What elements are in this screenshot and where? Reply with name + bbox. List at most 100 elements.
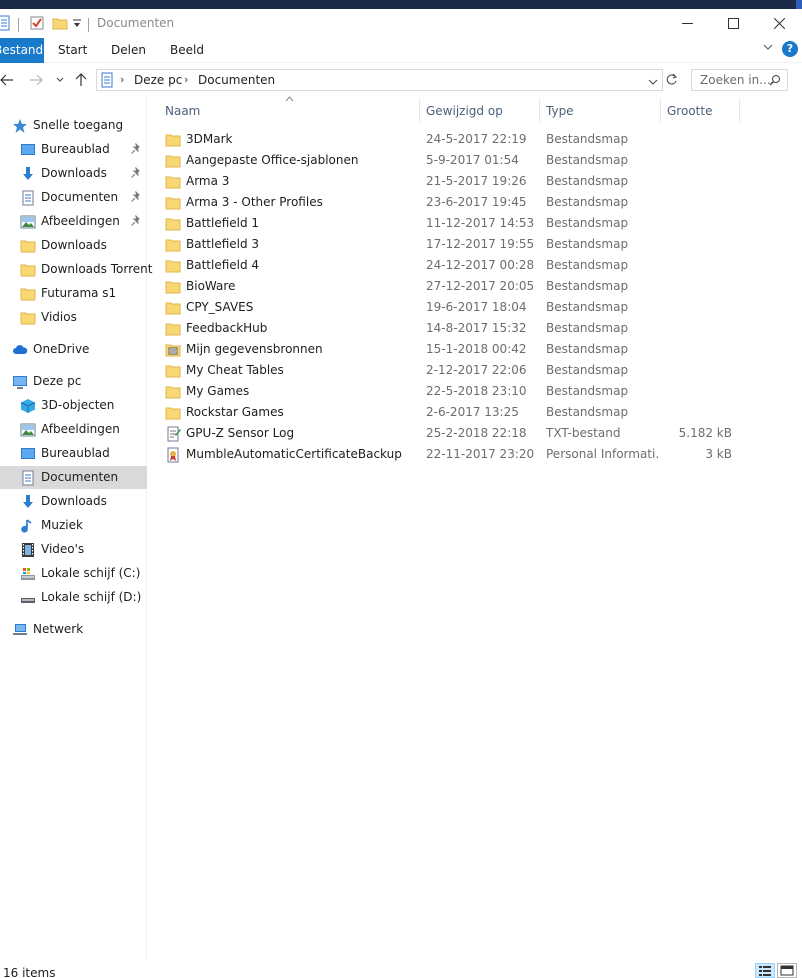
pin-icon[interactable] [130, 167, 142, 179]
pin-icon[interactable] [130, 143, 142, 155]
file-name: Battlefield 4 [186, 258, 260, 272]
customize-qat-icon[interactable] [72, 17, 82, 32]
details-view-icon [759, 966, 771, 976]
address-history-icon[interactable] [648, 75, 658, 85]
forward-button[interactable] [29, 71, 43, 89]
help-icon[interactable]: ? [782, 41, 798, 57]
nav-quick-access[interactable]: Snelle toegang [0, 114, 147, 137]
file-row[interactable]: Rockstar Games 2-6-2017 13:25 Bestandsmap [165, 402, 745, 423]
column-header-size[interactable]: Grootte [661, 97, 739, 125]
file-type: Bestandsmap [546, 237, 629, 251]
recent-locations-button[interactable] [55, 71, 65, 89]
file-row[interactable]: CPY_SAVES 19-6-2017 18:04 Bestandsmap [165, 297, 745, 318]
tab-file[interactable]: Bestand [0, 38, 44, 63]
nav-item-vidios[interactable]: Vidios [0, 306, 147, 329]
file-name: MumbleAutomaticCertificateBackup [186, 447, 402, 461]
ribbon-expand-icon[interactable] [762, 41, 774, 55]
file-row[interactable]: MumbleAutomaticCertificateBackup 22-11-20… [165, 444, 745, 465]
nav-item-downloads-folder[interactable]: Downloads [0, 234, 147, 257]
nav-item-documents-selected[interactable]: Documenten [0, 466, 147, 489]
file-row[interactable]: My Cheat Tables 2-12-2017 22:06 Bestandsma… [165, 360, 745, 381]
breadcrumb-separator-icon[interactable]: › [184, 73, 188, 86]
file-name: My Games [186, 384, 250, 398]
search-box[interactable]: Zoeken in... [691, 69, 788, 91]
tab-home[interactable]: Start [58, 38, 87, 63]
file-row[interactable]: Aangepaste Office-sjablonen 5-9-2017 01:5… [165, 150, 745, 171]
file-type: Bestandsmap [546, 405, 629, 419]
pictures-icon [20, 423, 36, 437]
file-modified: 19-6-2017 18:04 [426, 300, 527, 314]
file-row[interactable]: Arma 3 - Other Profiles 23-6-2017 19:45 Be… [165, 192, 745, 213]
details-view-button[interactable] [755, 963, 775, 978]
nav-item-afbeeldingen[interactable]: Afbeeldingen [0, 210, 147, 233]
nav-item-bureaublad[interactable]: Bureaublad [0, 138, 147, 161]
nav-label: Documenten [41, 470, 119, 484]
nav-item-downloads[interactable]: Downloads [0, 162, 147, 185]
file-row[interactable]: FeedbackHub 14-8-2017 15:32 Bestandsmap [165, 318, 745, 339]
breadcrumb-separator-icon[interactable]: › [120, 73, 124, 86]
nav-item-drive-d[interactable]: Lokale schijf (D:) [0, 586, 147, 609]
nav-network[interactable]: Netwerk [0, 618, 147, 641]
refresh-icon[interactable] [665, 73, 679, 87]
minimize-button[interactable] [664, 9, 710, 38]
column-header-modified[interactable]: Gewijzigd op [420, 97, 539, 125]
file-modified: 21-5-2017 19:26 [426, 174, 527, 188]
datasource-folder-icon [165, 344, 181, 357]
pin-icon[interactable] [130, 215, 142, 227]
nav-item-downloads-pc[interactable]: Downloads [0, 490, 147, 513]
file-row[interactable]: Battlefield 4 24-12-2017 00:28 Bestandsmap [165, 255, 745, 276]
tab-share[interactable]: Delen [111, 38, 146, 63]
nav-this-pc[interactable]: Deze pc [0, 370, 147, 393]
column-header-type[interactable]: Type [540, 97, 660, 125]
folder-icon [165, 323, 181, 336]
nav-item-futurama[interactable]: Futurama s1 [0, 282, 147, 305]
file-row[interactable]: Battlefield 1 11-12-2017 14:53 Bestandsmap [165, 213, 745, 234]
back-button[interactable] [0, 71, 14, 89]
file-row[interactable]: GPU-Z Sensor Log 25-2-2018 22:18 TXT-besta… [165, 423, 745, 444]
nav-label: OneDrive [33, 342, 90, 356]
maximize-button[interactable] [710, 9, 756, 38]
video-icon [22, 543, 34, 557]
properties-icon[interactable] [29, 15, 45, 34]
pin-icon[interactable] [130, 191, 142, 203]
nav-item-desktop[interactable]: Bureaublad [0, 442, 147, 465]
desktop-icon [21, 144, 35, 155]
search-icon[interactable] [769, 74, 782, 87]
breadcrumb-documents[interactable]: Documenten [198, 73, 275, 87]
file-row[interactable]: Arma 3 21-5-2017 19:26 Bestandsmap [165, 171, 745, 192]
file-type: Bestandsmap [546, 363, 629, 377]
column-header-name[interactable]: Naam [147, 97, 419, 125]
desktop-icon [21, 448, 35, 459]
file-row[interactable]: Battlefield 3 17-12-2017 19:55 Bestandsmap [165, 234, 745, 255]
folder-icon [165, 155, 181, 168]
nav-onedrive[interactable]: OneDrive [0, 338, 147, 361]
close-button[interactable] [756, 9, 802, 38]
tab-view[interactable]: Beeld [170, 38, 204, 63]
file-type: Bestandsmap [546, 174, 629, 188]
address-bar[interactable]: › Deze pc › Documenten [96, 69, 663, 91]
nav-label: Muziek [41, 518, 83, 532]
title-bar: Documenten [0, 9, 802, 38]
nav-item-music[interactable]: Muziek [0, 514, 147, 537]
file-row[interactable]: BioWare 27-12-2017 20:05 Bestandsmap [165, 276, 745, 297]
up-button[interactable] [74, 71, 88, 89]
nav-label: Snelle toegang [33, 118, 124, 132]
nav-item-pictures[interactable]: Afbeeldingen [0, 418, 147, 441]
breadcrumb-this-pc[interactable]: Deze pc [134, 73, 182, 87]
file-row[interactable]: Mijn gegevensbronnen 15-1-2018 00:42 Besta… [165, 339, 745, 360]
new-folder-icon[interactable] [52, 15, 68, 34]
nav-item-downloads-torrent[interactable]: Downloads Torrent [0, 258, 152, 281]
file-modified: 15-1-2018 00:42 [426, 342, 527, 356]
file-row[interactable]: My Games 22-5-2018 23:10 Bestandsmap [165, 381, 745, 402]
nav-item-documenten[interactable]: Documenten [0, 186, 147, 209]
large-icons-view-icon [780, 965, 794, 976]
maximize-icon [727, 18, 739, 29]
file-modified: 2-6-2017 13:25 [426, 405, 519, 419]
search-input[interactable]: Zoeken in... [700, 73, 771, 87]
file-row[interactable]: 3DMark 24-5-2017 22:19 Bestandsmap [165, 129, 745, 150]
large-icons-view-button[interactable] [777, 963, 797, 978]
nav-item-videos[interactable]: Video's [0, 538, 147, 561]
column-resize-handle[interactable] [739, 99, 740, 123]
nav-item-3d-objects[interactable]: 3D-objecten [0, 394, 147, 417]
nav-item-drive-c[interactable]: Lokale schijf (C:) [0, 562, 147, 585]
